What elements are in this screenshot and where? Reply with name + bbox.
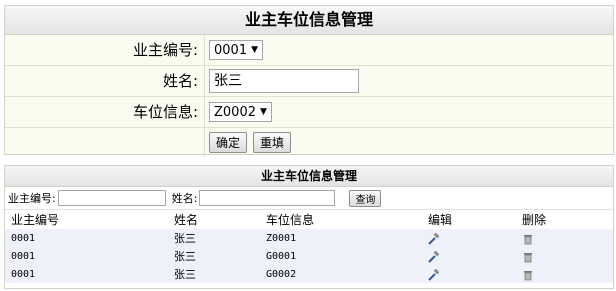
parking-select[interactable]: Z0002 ▼ [209, 102, 272, 122]
cell-owner-id: 0001 [11, 232, 36, 244]
col-parking: 车位信息 [266, 213, 315, 227]
table-header: 业主编号 姓名 车位信息 编辑 删除 [5, 210, 613, 229]
col-name: 姓名 [174, 213, 199, 227]
form-title: 业主车位信息管理 [5, 6, 613, 35]
owner-id-label: 业主编号: [5, 35, 205, 65]
owner-id-selected: 0001 [214, 42, 248, 58]
parking-row: 车位信息: Z0002 ▼ [5, 97, 613, 128]
col-edit: 编辑 [428, 213, 453, 227]
cell-owner-id: 0001 [11, 268, 36, 280]
cell-parking: Z0001 [266, 232, 297, 244]
cell-owner-id: 0001 [11, 250, 36, 262]
name-label: 姓名: [5, 66, 205, 96]
cell-name: 张三 [174, 232, 196, 245]
parking-selected: Z0002 [214, 104, 256, 120]
name-row: 姓名: 张三 [5, 66, 613, 97]
owner-parking-form: 业主车位信息管理 业主编号: 0001 ▼ 姓名: 张三 车位信息: Z0002… [4, 5, 614, 157]
col-owner-id: 业主编号 [11, 213, 60, 227]
cell-name: 张三 [174, 268, 196, 281]
query-button[interactable]: 查询 [349, 189, 382, 207]
edit-icon[interactable] [428, 268, 440, 281]
actions-row: 确定 重填 [5, 128, 613, 157]
list-title: 业主车位信息管理 [5, 166, 613, 187]
edit-icon[interactable] [428, 232, 440, 245]
search-name-label: 姓名: [171, 192, 198, 205]
trash-icon[interactable] [522, 233, 534, 245]
search-bar: 业主编号: 姓名: 查询 [5, 187, 613, 210]
table-row: 0001 张三 G0001 [5, 247, 613, 265]
table-row: 0001 张三 Z0001 [5, 229, 613, 247]
name-input[interactable]: 张三 [209, 69, 359, 93]
cell-parking: G0002 [266, 268, 297, 280]
confirm-button[interactable]: 确定 [209, 132, 248, 153]
trash-icon[interactable] [522, 269, 534, 281]
edit-icon[interactable] [428, 250, 440, 263]
col-delete: 删除 [522, 213, 547, 227]
reset-button[interactable]: 重填 [253, 132, 292, 153]
cell-name: 张三 [174, 250, 196, 263]
search-owner-label: 业主编号: [8, 192, 56, 205]
owner-id-row: 业主编号: 0001 ▼ [5, 35, 613, 66]
chevron-down-icon: ▼ [251, 45, 259, 55]
search-name-input[interactable] [199, 190, 336, 206]
records-table: 业主编号 姓名 车位信息 编辑 删除 0001 张三 Z0001 0001 张三… [5, 210, 613, 283]
cell-parking: G0001 [266, 250, 297, 262]
parking-label: 车位信息: [5, 97, 205, 127]
trash-icon[interactable] [522, 251, 534, 263]
owner-parking-list: 业主车位信息管理 业主编号: 姓名: 查询 业主编号 姓名 车位信息 编辑 删除… [4, 165, 614, 289]
chevron-down-icon: ▼ [260, 107, 267, 117]
owner-id-select[interactable]: 0001 ▼ [209, 40, 264, 60]
search-owner-input[interactable] [57, 190, 166, 206]
table-row: 0001 张三 G0002 [5, 265, 613, 283]
